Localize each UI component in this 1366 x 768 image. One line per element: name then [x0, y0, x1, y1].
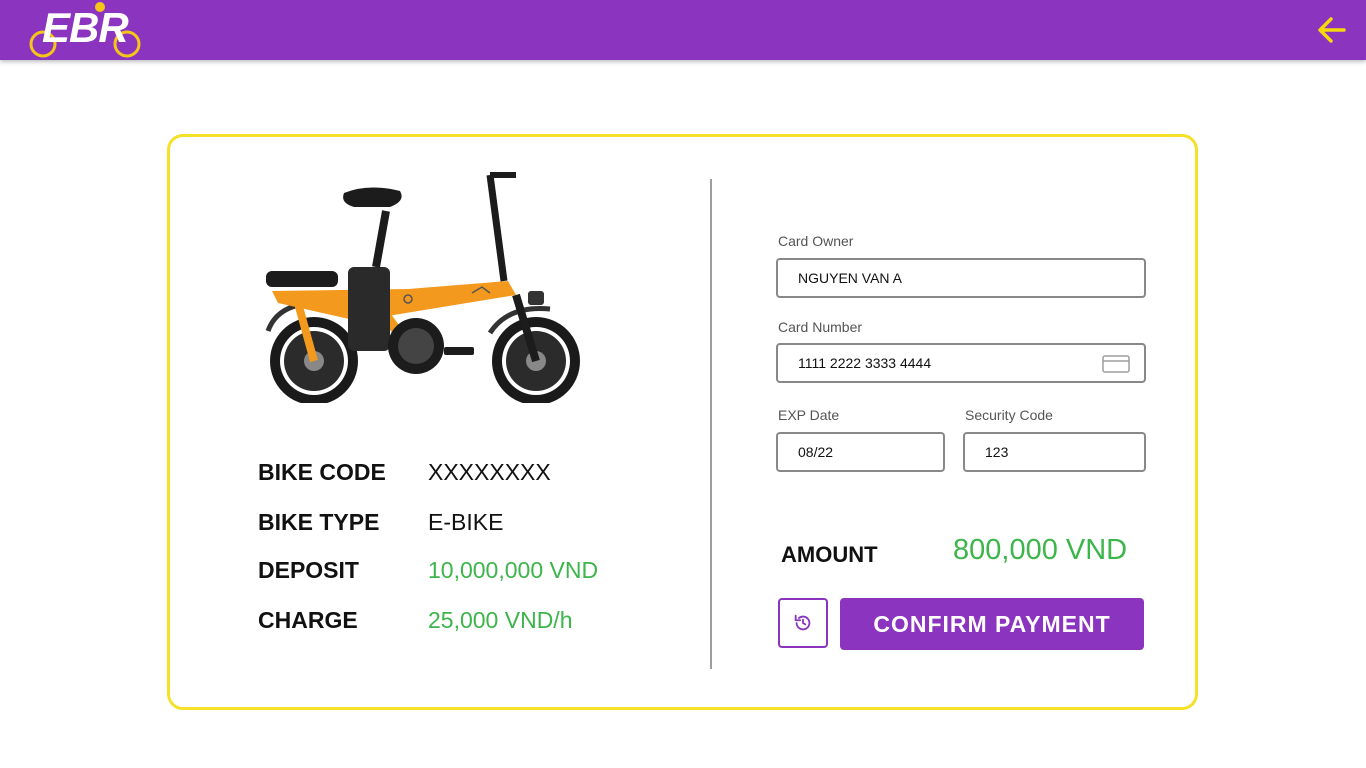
charge-label: CHARGE — [258, 607, 358, 633]
card-owner-label: Card Owner — [778, 233, 854, 249]
card-number-label: Card Number — [778, 319, 863, 335]
amount-value: 800,000 VND — [953, 534, 1128, 566]
payment-card-panel: BIKE CODE XXXXXXXX BIKE TYPE E-BIKE DEPO… — [167, 134, 1198, 710]
card-owner-field-box — [776, 258, 1146, 298]
card-owner-input[interactable] — [778, 260, 1144, 296]
deposit-label: DEPOSIT — [258, 557, 359, 583]
logo-text: EBR — [42, 4, 129, 51]
electric-bike-image — [265, 172, 580, 403]
back-button[interactable] — [1314, 12, 1350, 48]
bike-code-value: XXXXXXXX — [428, 459, 551, 485]
bike-type-value: E-BIKE — [428, 509, 504, 535]
exp-date-field-box — [776, 432, 945, 472]
arrow-left-icon — [1318, 17, 1346, 43]
ebr-logo[interactable]: EBR — [26, 0, 146, 60]
bike-code-label: BIKE CODE — [258, 459, 386, 485]
reset-button[interactable] — [778, 598, 828, 648]
card-number-field-box — [776, 343, 1146, 383]
reset-icon — [794, 614, 811, 631]
exp-date-label: EXP Date — [778, 407, 840, 423]
security-code-field-box — [963, 432, 1146, 472]
credit-card-icon — [1102, 355, 1130, 373]
vertical-divider — [710, 179, 712, 669]
confirm-payment-button[interactable]: CONFIRM PAYMENT — [840, 598, 1144, 650]
amount-label: AMOUNT — [781, 542, 878, 567]
security-code-label: Security Code — [965, 407, 1053, 423]
charge-value: 25,000 VND/h — [428, 607, 573, 633]
deposit-value: 10,000,000 VND — [428, 557, 599, 583]
top-navigation-bar: EBR — [0, 0, 1366, 60]
exp-date-input[interactable] — [778, 434, 943, 470]
security-code-input[interactable] — [965, 434, 1144, 470]
bike-type-label: BIKE TYPE — [258, 509, 380, 535]
card-number-input[interactable] — [778, 345, 1144, 381]
